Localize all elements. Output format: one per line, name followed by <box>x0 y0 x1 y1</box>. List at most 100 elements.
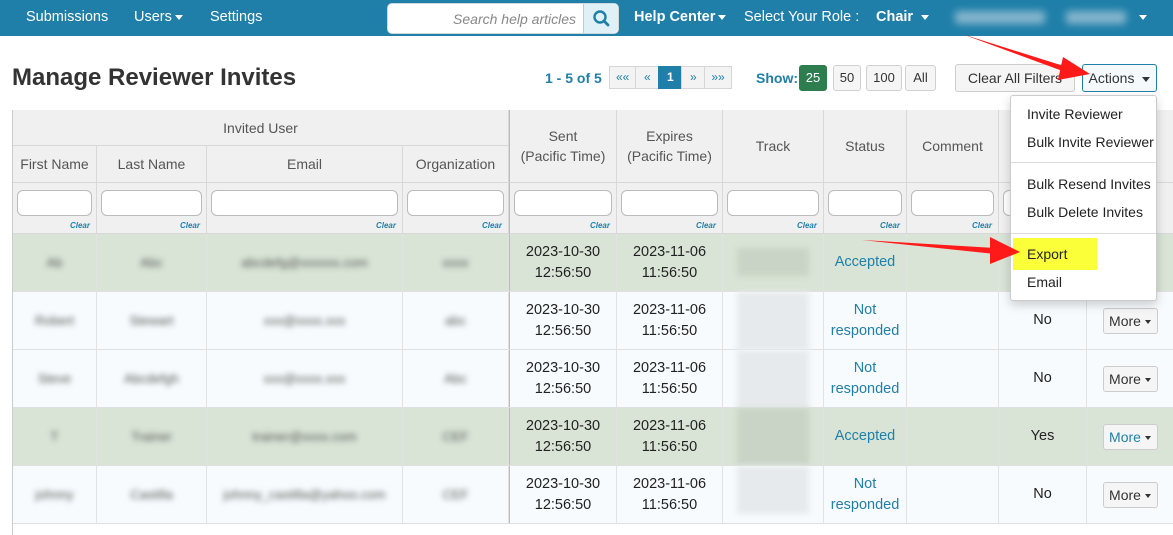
cell-first-name: Robert <box>13 292 97 349</box>
help-search-input[interactable] <box>388 4 584 33</box>
cell-track <box>723 292 824 350</box>
cell-expires: 2023-11-06 11:56:50 <box>617 350 723 407</box>
cell-email: abcdefg@xxxxxx.com <box>207 234 403 291</box>
header-sent[interactable]: Sent (Pacific Time) <box>509 110 617 183</box>
header-last-name[interactable]: Last Name <box>97 146 207 183</box>
show-50-button[interactable]: 50 <box>833 65 861 91</box>
cell-expires: 2023-11-06 11:56:50 <box>617 292 723 349</box>
cell-email: xxx@xxxx.xxx <box>207 292 403 349</box>
cell-last-name: Stewart <box>97 292 207 349</box>
filter-status-input[interactable] <box>828 190 902 216</box>
cell-comment <box>907 292 999 349</box>
cell-sent: 2023-10-30 12:56:50 <box>509 466 617 523</box>
more-button[interactable]: More <box>1102 365 1158 392</box>
menu-email[interactable]: Email <box>1011 268 1156 296</box>
cell-first-name-text: johnny <box>35 487 74 502</box>
cell-expires: 2023-11-06 11:56:50 <box>617 466 723 523</box>
filter-sent-input[interactable] <box>514 190 612 216</box>
cell-more: More <box>1087 466 1173 523</box>
menu-export[interactable]: Export <box>1013 238 1097 270</box>
cell-comment <box>907 466 999 523</box>
header-comment[interactable]: Comment <box>907 110 999 183</box>
nav-submissions[interactable]: Submissions <box>26 9 108 25</box>
header-status[interactable]: Status <box>824 110 907 183</box>
cell-status: Accepted <box>824 408 907 465</box>
show-label: Show: <box>756 70 798 86</box>
cell-organization: CEF <box>403 408 509 465</box>
show-25-button[interactable]: 25 <box>799 65 827 91</box>
caret-down-icon <box>1144 493 1151 498</box>
filter-last-name-input[interactable] <box>101 190 202 216</box>
filter-comment-clear[interactable]: Clear <box>972 221 992 230</box>
header-track[interactable]: Track <box>723 110 824 183</box>
top-navbar: Submissions Users Settings Help Center S… <box>0 0 1173 36</box>
page-last-button[interactable]: »» <box>704 66 732 89</box>
cell-col11: Yes <box>999 408 1087 465</box>
filter-first-name-clear[interactable]: Clear <box>70 221 90 230</box>
header-expires[interactable]: Expires (Pacific Time) <box>617 110 723 183</box>
cell-last-name: Abc <box>97 234 207 291</box>
filter-expires-input[interactable] <box>621 190 718 216</box>
filter-last-name-clear[interactable]: Clear <box>180 221 200 230</box>
more-button-label: More <box>1109 370 1141 387</box>
cell-sent: 2023-10-30 12:56:50 <box>509 292 617 349</box>
more-button[interactable]: More <box>1102 481 1158 508</box>
filter-track: Clear <box>723 183 824 234</box>
redacted-track <box>737 408 809 466</box>
search-button[interactable] <box>583 4 618 33</box>
cell-email: johnny_castilla@yahoo.com <box>207 466 403 523</box>
filter-organization-clear[interactable]: Clear <box>482 221 502 230</box>
cell-sent: 2023-10-30 12:56:50 <box>509 234 617 291</box>
nav-settings[interactable]: Settings <box>210 9 262 25</box>
filter-sent-clear[interactable]: Clear <box>590 221 610 230</box>
cell-first-name: johnny <box>13 466 97 523</box>
cell-comment <box>907 350 999 407</box>
filter-status-clear[interactable]: Clear <box>880 221 900 230</box>
cell-organization-text: Abc <box>444 371 467 386</box>
more-button[interactable]: More <box>1102 307 1158 334</box>
nav-help-center[interactable]: Help Center <box>634 9 727 25</box>
filter-first-name-input[interactable] <box>17 190 92 216</box>
filter-expires-clear[interactable]: Clear <box>696 221 716 230</box>
menu-bulk-delete-invites[interactable]: Bulk Delete Invites <box>1011 198 1156 226</box>
menu-invite-reviewer[interactable]: Invite Reviewer <box>1011 100 1156 128</box>
clear-all-filters-button[interactable]: Clear All Filters <box>955 64 1075 92</box>
header-first-name[interactable]: First Name <box>13 146 97 183</box>
cell-more: More <box>1087 350 1173 407</box>
show-100-button[interactable]: 100 <box>866 65 902 91</box>
more-button[interactable]: More <box>1102 423 1158 450</box>
cell-sent: 2023-10-30 12:56:50 <box>509 350 617 407</box>
table-row: Steve Abcdefgh xxx@xxxx.xxx Abc 2023-10-… <box>13 350 1173 408</box>
menu-bulk-invite-reviewer[interactable]: Bulk Invite Reviewer <box>1011 128 1156 156</box>
nav-users[interactable]: Users <box>134 9 183 25</box>
cell-last-name: Abcdefgh <box>97 350 207 407</box>
actions-button[interactable]: Actions <box>1082 64 1157 92</box>
caret-down-icon <box>1144 319 1151 324</box>
filter-organization-input[interactable] <box>407 190 504 216</box>
cell-status: Not responded <box>824 466 907 523</box>
page-next-button[interactable]: » <box>681 66 706 89</box>
page-current-button[interactable]: 1 <box>658 66 683 89</box>
more-button-label: More <box>1109 428 1141 445</box>
page-first-button[interactable]: «« <box>609 66 637 89</box>
filter-track-clear[interactable]: Clear <box>797 221 817 230</box>
filter-last-name: Clear <box>97 183 207 234</box>
role-selector[interactable]: Chair <box>876 9 930 25</box>
actions-dropdown-menu: Invite Reviewer Bulk Invite Reviewer Bul… <box>1010 95 1157 301</box>
cell-email: xxx@xxxx.xxx <box>207 350 403 407</box>
redacted-user-name <box>955 11 1045 24</box>
redacted-user-menu[interactable] <box>1066 11 1126 24</box>
filter-email-input[interactable] <box>211 190 398 216</box>
cell-track <box>723 408 824 466</box>
cell-status: Not responded <box>824 292 907 349</box>
header-email[interactable]: Email <box>207 146 403 183</box>
header-organization[interactable]: Organization <box>403 146 509 183</box>
filter-email-clear[interactable]: Clear <box>376 221 396 230</box>
show-all-button[interactable]: All <box>905 65 936 91</box>
caret-down-icon <box>174 14 183 20</box>
filter-track-input[interactable] <box>727 190 819 216</box>
filter-comment-input[interactable] <box>911 190 994 216</box>
menu-bulk-resend-invites[interactable]: Bulk Resend Invites <box>1011 170 1156 198</box>
page-prev-button[interactable]: « <box>635 66 660 89</box>
cell-track <box>723 234 824 291</box>
